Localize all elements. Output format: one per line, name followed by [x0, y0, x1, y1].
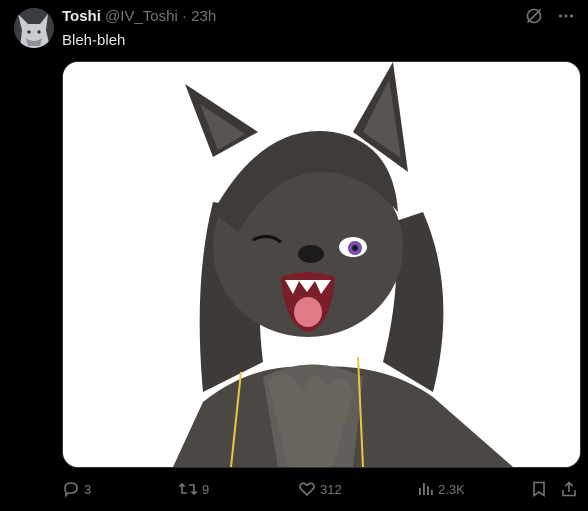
- tweet-media-image[interactable]: [62, 61, 581, 468]
- repost-icon: [178, 482, 198, 496]
- repost-count: 9: [202, 481, 210, 497]
- tweet-top-actions: [524, 6, 576, 26]
- views-icon: [419, 483, 433, 495]
- bookmark-button[interactable]: [530, 479, 548, 499]
- avatar[interactable]: [14, 8, 54, 48]
- tweet-actions: 3 9 312 2.3K: [62, 479, 582, 499]
- share-button[interactable]: [560, 479, 578, 499]
- bookmark-icon: [533, 481, 545, 498]
- reply-icon: [64, 482, 78, 498]
- like-icon: [299, 482, 315, 497]
- like-count: 312: [320, 481, 342, 497]
- separator: ·: [182, 8, 187, 25]
- views-button[interactable]: 2.3K: [416, 479, 465, 499]
- reply-button[interactable]: 3: [62, 479, 91, 499]
- like-button[interactable]: 312: [298, 479, 342, 499]
- timestamp[interactable]: 23h: [191, 8, 216, 25]
- grok-icon[interactable]: [524, 6, 544, 26]
- tweet-header: Toshi @IV_Toshi · 23h: [62, 8, 216, 26]
- reply-count: 3: [84, 481, 92, 497]
- share-icon: [562, 481, 576, 497]
- tweet-text: Bleh-bleh: [62, 32, 126, 49]
- display-name[interactable]: Toshi: [62, 8, 101, 25]
- handle[interactable]: @IV_Toshi: [105, 8, 178, 25]
- repost-button[interactable]: 9: [178, 479, 209, 499]
- views-count: 2.3K: [438, 481, 465, 497]
- more-icon[interactable]: [556, 6, 576, 26]
